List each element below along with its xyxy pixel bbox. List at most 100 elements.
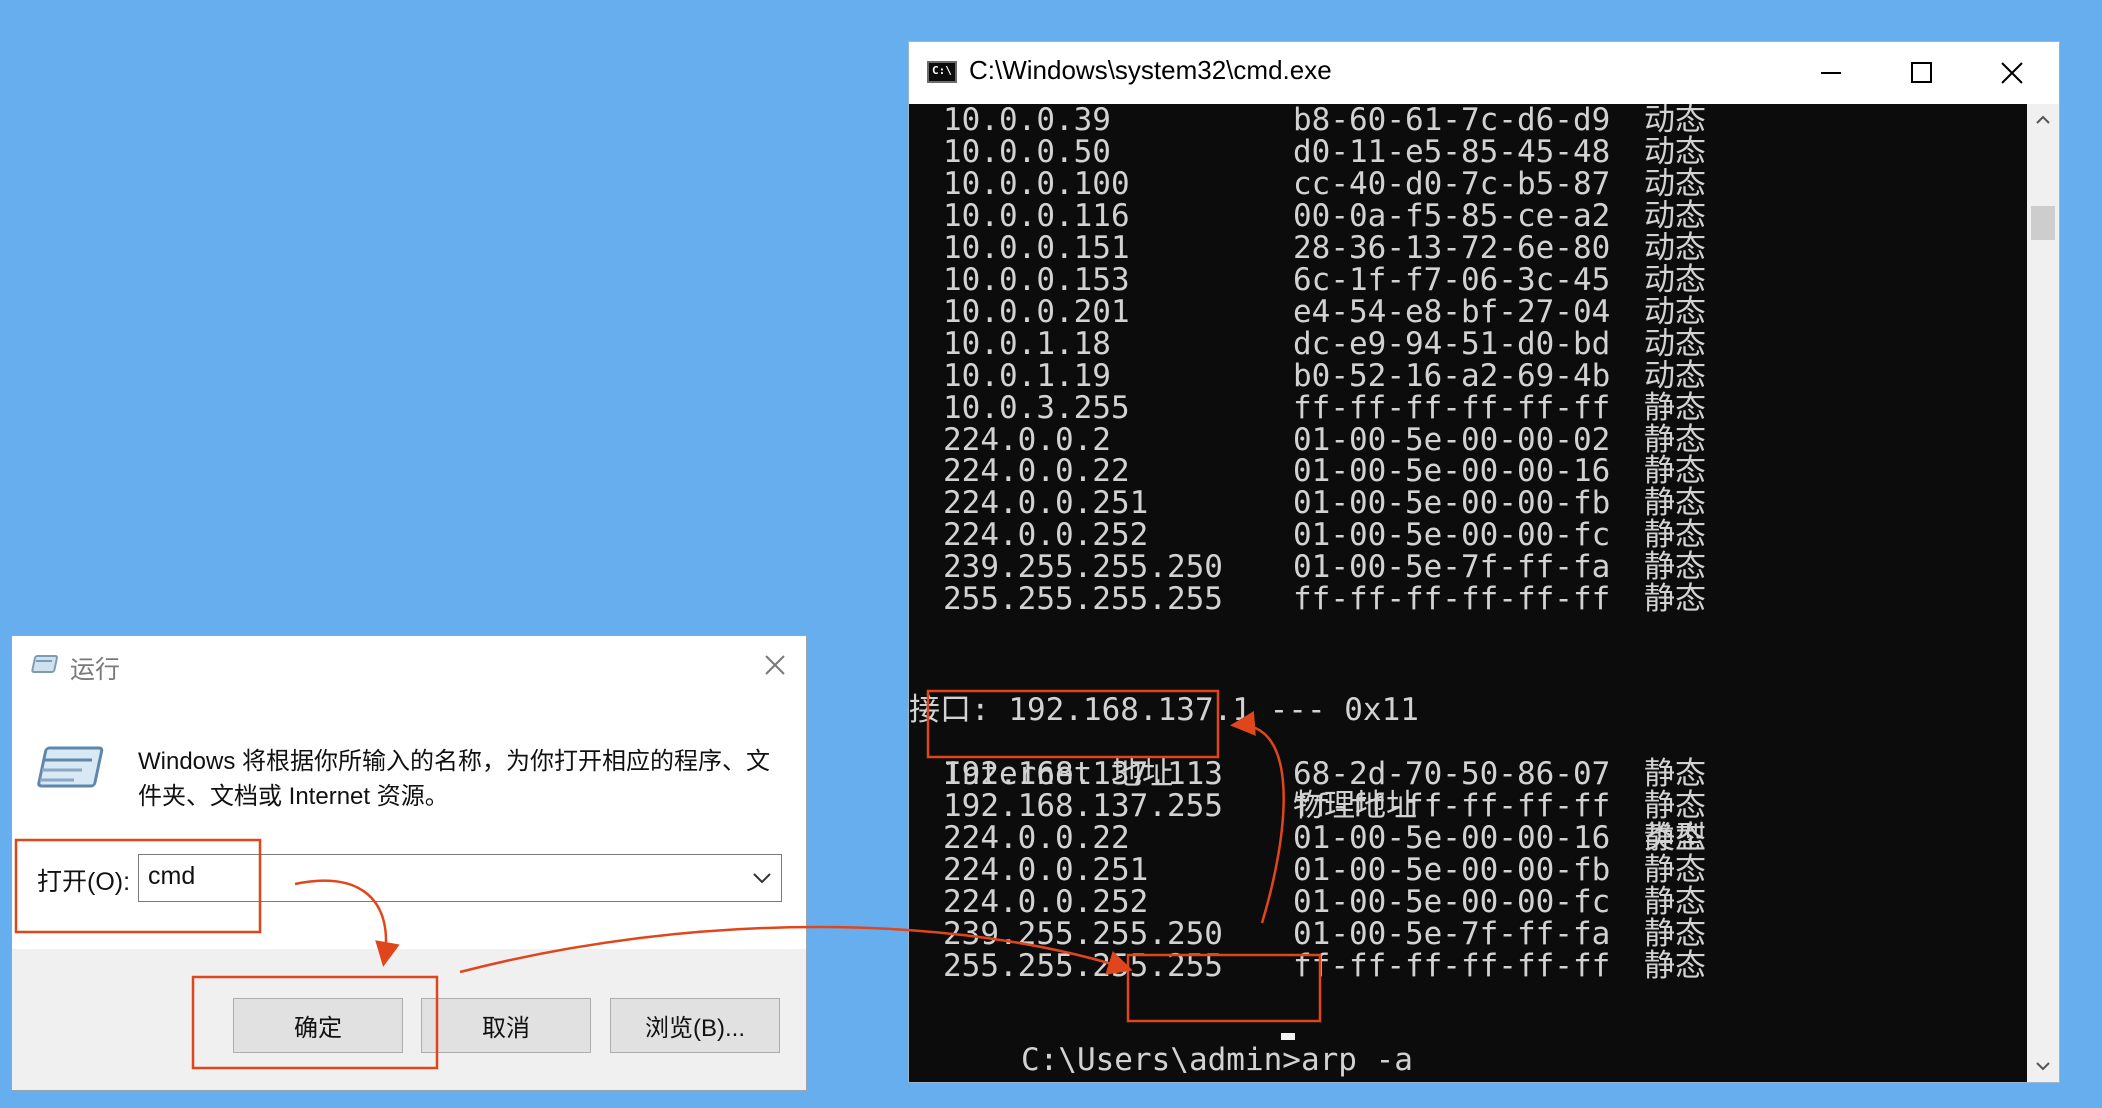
column-headers: Internet 地址 物理地址 类型 bbox=[909, 726, 1706, 854]
arp-type: 静态 bbox=[1644, 485, 1706, 522]
arp-type: 动态 bbox=[1644, 325, 1706, 362]
arp-type: 动态 bbox=[1644, 197, 1706, 234]
close-icon bbox=[765, 655, 785, 675]
scrollbar-thumb[interactable] bbox=[2031, 206, 2055, 240]
arp-ip: 10.0.0.153 bbox=[943, 261, 1130, 298]
arp-ip: 10.0.0.50 bbox=[943, 133, 1111, 170]
arp-ip: 224.0.0.22 bbox=[943, 819, 1130, 856]
arp-type: 静态 bbox=[1644, 581, 1706, 618]
arp-ip: 224.0.0.252 bbox=[943, 517, 1149, 554]
arp-type: 静态 bbox=[1644, 787, 1706, 824]
arp-mac: 01-00-5e-00-00-fb bbox=[1293, 485, 1611, 522]
arp-ip: 10.0.0.100 bbox=[943, 165, 1130, 202]
close-button[interactable] bbox=[1967, 42, 2057, 104]
arp-type: 动态 bbox=[1644, 104, 1706, 138]
arp-ip: 239.255.255.250 bbox=[943, 915, 1223, 952]
arp-type: 动态 bbox=[1644, 357, 1706, 394]
arp-ip: 255.255.255.255 bbox=[943, 581, 1223, 618]
arp-ip: 10.0.0.201 bbox=[943, 293, 1130, 330]
arp-type: 静态 bbox=[1644, 453, 1706, 490]
cmd-window: C:\ C:\Windows\system32\cmd.exe 接口: 192.… bbox=[908, 41, 2060, 1083]
arp-ip: 224.0.0.251 bbox=[943, 485, 1149, 522]
chevron-up-icon bbox=[2036, 115, 2050, 124]
arp-mac: b0-52-16-a2-69-4b bbox=[1293, 357, 1611, 394]
maximize-icon bbox=[1911, 62, 1932, 83]
arp-ip: 10.0.0.151 bbox=[943, 229, 1130, 266]
arp-type: 静态 bbox=[1644, 756, 1706, 792]
arp-mac: ff-ff-ff-ff-ff-ff bbox=[1293, 947, 1611, 984]
arp-type: 动态 bbox=[1644, 133, 1706, 170]
arp-ip: 10.0.1.18 bbox=[943, 325, 1111, 362]
run-title-bar[interactable]: 运行 bbox=[12, 636, 806, 694]
arp-mac: b8-60-61-7c-d6-d9 bbox=[1293, 104, 1611, 138]
arp-ip: 255.255.255.255 bbox=[943, 947, 1223, 984]
arp-mac: ff-ff-ff-ff-ff-ff bbox=[1293, 787, 1611, 824]
arp-ip: 224.0.0.22 bbox=[943, 453, 1130, 490]
run-description: Windows 将根据你所输入的名称，为你打开相应的程序、文件夹、文档或 Int… bbox=[138, 748, 771, 810]
scroll-down-button[interactable] bbox=[2027, 1050, 2059, 1082]
arp-ip: 224.0.0.252 bbox=[943, 883, 1149, 920]
run-dialog: 运行 Windows 将根据你所输入的名称，为你打开相应的程序、文件夹、文档或 … bbox=[11, 635, 807, 1091]
open-label: 打开(O): bbox=[37, 868, 131, 896]
arp-mac: 28-36-13-72-6e-80 bbox=[1293, 229, 1611, 266]
minimize-button[interactable] bbox=[1787, 42, 1877, 104]
arp-mac: 01-00-5e-00-00-fb bbox=[1293, 851, 1611, 888]
cmd-title-bar[interactable]: C:\ C:\Windows\system32\cmd.exe bbox=[909, 42, 2059, 104]
arp-ip: 239.255.255.250 bbox=[943, 549, 1223, 586]
console-output[interactable]: 接口: 192.168.137.1 --- 0x11 Internet 地址 物… bbox=[909, 104, 2027, 1082]
arp-mac: 6c-1f-f7-06-3c-45 bbox=[1293, 261, 1611, 298]
arp-type: 静态 bbox=[1644, 851, 1706, 888]
close-icon bbox=[2001, 62, 2023, 84]
open-input[interactable]: cmd bbox=[148, 862, 195, 891]
arp-mac: dc-e9-94-51-d0-bd bbox=[1293, 325, 1611, 362]
run-close-button[interactable] bbox=[760, 650, 790, 680]
scroll-up-button[interactable] bbox=[2027, 104, 2059, 136]
window-title: C:\Windows\system32\cmd.exe bbox=[969, 55, 1332, 85]
arp-type: 动态 bbox=[1644, 261, 1706, 298]
cancel-button[interactable]: 取消 bbox=[421, 998, 591, 1053]
command-prompt[interactable]: C:\Users\admin>arp -a bbox=[909, 1012, 1413, 1076]
arp-mac: 01-00-5e-7f-ff-fa bbox=[1293, 915, 1611, 952]
vertical-scrollbar[interactable] bbox=[2027, 104, 2059, 1082]
arp-type: 静态 bbox=[1644, 883, 1706, 920]
arp-ip: 224.0.0.251 bbox=[943, 851, 1149, 888]
prompt-path: C:\Users\admin> bbox=[1020, 1042, 1301, 1078]
arp-type: 动态 bbox=[1644, 165, 1706, 202]
arp-mac: 00-0a-f5-85-ce-a2 bbox=[1293, 197, 1611, 234]
run-large-icon bbox=[37, 746, 104, 788]
arp-mac: ff-ff-ff-ff-ff-ff bbox=[1293, 581, 1611, 618]
arp-ip: 10.0.0.116 bbox=[943, 197, 1130, 234]
arp-type: 动态 bbox=[1644, 229, 1706, 266]
arp-type: 静态 bbox=[1644, 819, 1706, 856]
arp-type: 静态 bbox=[1644, 421, 1706, 458]
arp-mac: 01-00-5e-00-00-fc bbox=[1293, 517, 1611, 554]
arp-type: 静态 bbox=[1644, 915, 1706, 952]
arp-type: 静态 bbox=[1644, 517, 1706, 554]
arp-type: 动态 bbox=[1644, 293, 1706, 330]
arp-ip: 10.0.1.19 bbox=[943, 357, 1111, 394]
arp-mac: cc-40-d0-7c-b5-87 bbox=[1293, 165, 1611, 202]
open-combobox[interactable]: cmd bbox=[138, 854, 782, 902]
run-app-icon bbox=[31, 655, 59, 673]
minimize-icon bbox=[1821, 72, 1841, 74]
arp-mac: d0-11-e5-85-45-48 bbox=[1293, 133, 1611, 170]
arp-ip: 192.168.137.113 bbox=[943, 756, 1223, 792]
chevron-down-icon[interactable] bbox=[751, 867, 773, 889]
browse-button[interactable]: 浏览(B)... bbox=[610, 998, 780, 1053]
arp-ip: 224.0.0.2 bbox=[943, 421, 1111, 458]
console-icon: C:\ bbox=[927, 61, 957, 83]
arp-mac: ff-ff-ff-ff-ff-ff bbox=[1293, 389, 1611, 426]
chevron-down-icon bbox=[2036, 1062, 2050, 1071]
arp-mac: 01-00-5e-7f-ff-fa bbox=[1293, 549, 1611, 586]
maximize-button[interactable] bbox=[1877, 42, 1967, 104]
arp-ip: 10.0.0.39 bbox=[943, 104, 1111, 138]
arp-mac: 01-00-5e-00-00-16 bbox=[1293, 453, 1611, 490]
arp-type: 静态 bbox=[1644, 549, 1706, 586]
arp-mac: 68-2d-70-50-86-07 bbox=[1293, 756, 1611, 792]
ok-button[interactable]: 确定 bbox=[233, 998, 403, 1053]
arp-mac: e4-54-e8-bf-27-04 bbox=[1293, 293, 1611, 330]
arp-mac: 01-00-5e-00-00-02 bbox=[1293, 421, 1611, 458]
arp-mac: 01-00-5e-00-00-fc bbox=[1293, 883, 1611, 920]
text-cursor bbox=[1281, 1033, 1295, 1040]
prompt-command: arp -a bbox=[1300, 1042, 1413, 1078]
